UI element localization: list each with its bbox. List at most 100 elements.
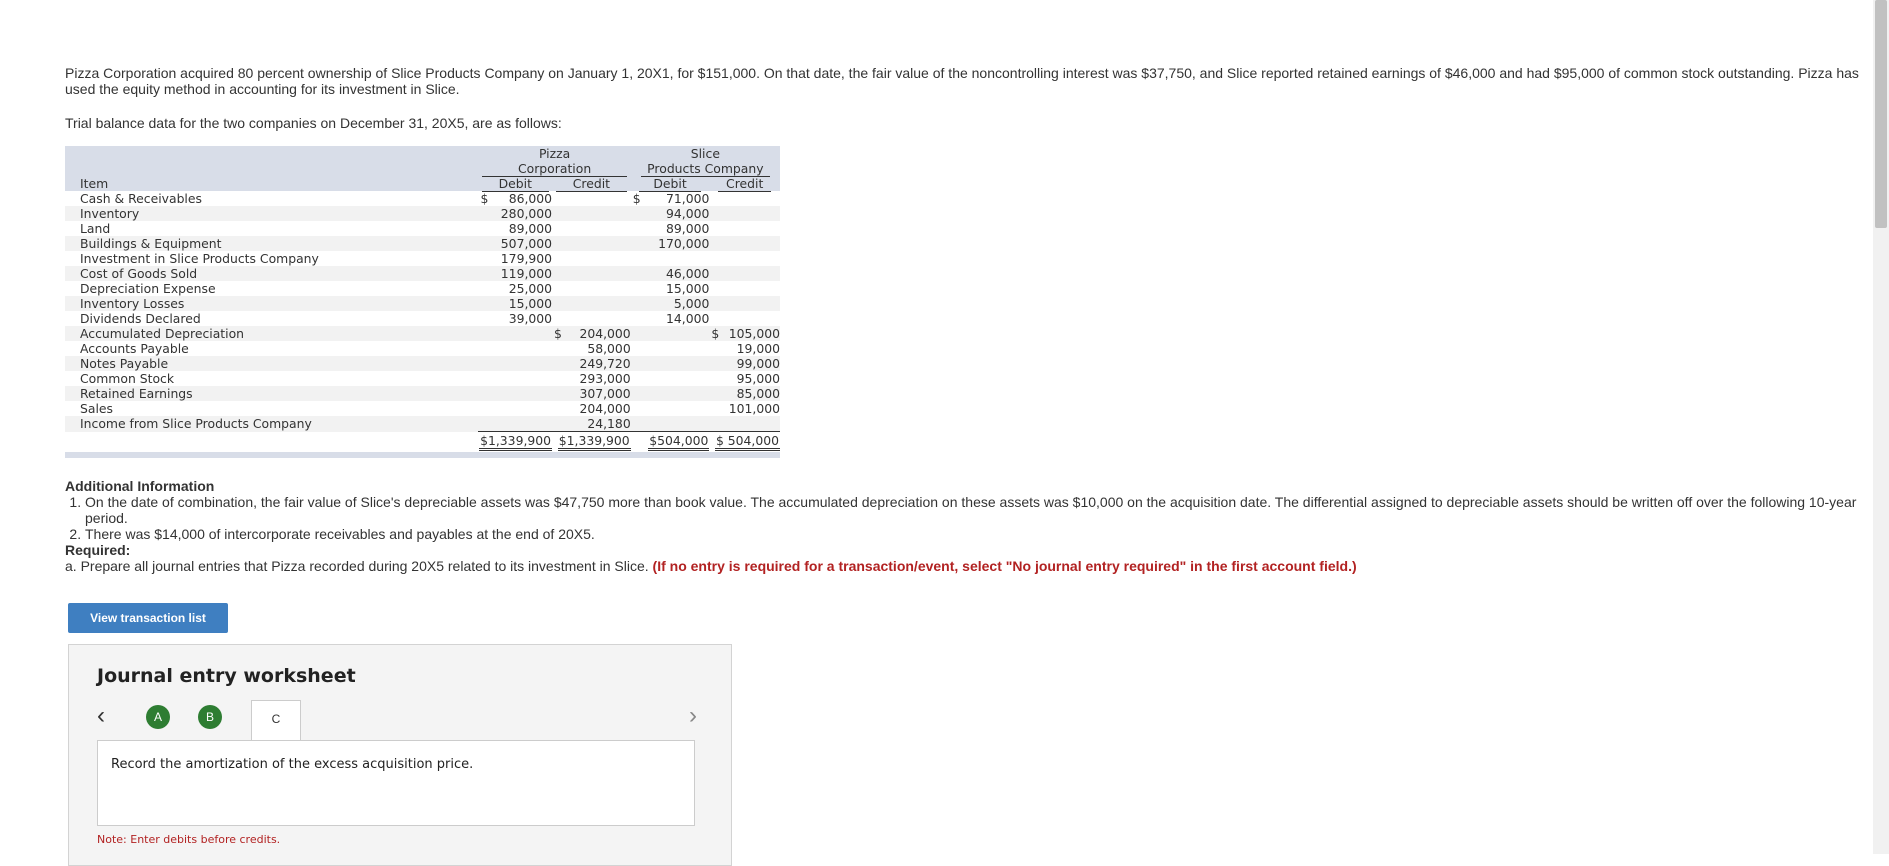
row-value-pc: [552, 311, 631, 326]
row-value-sc: [709, 281, 780, 296]
row-value-sc: [709, 251, 780, 266]
row-value-pd: 507,000: [478, 236, 553, 251]
table-row: Depreciation Expense 25,000 15,000: [65, 281, 780, 296]
required-text: a. Prepare all journal entries that Pizz…: [65, 558, 1357, 574]
row-value-pc: 204,000: [579, 401, 631, 416]
table-row: Inventory 280,000 94,000: [65, 206, 780, 221]
row-value-pc: 58,000: [587, 341, 631, 356]
row-item: Depreciation Expense: [80, 281, 216, 296]
row-value-pd: [478, 356, 553, 371]
row-value-sd: [631, 401, 710, 416]
row-value-sd: [630, 386, 710, 401]
row-value-pc: 249,720: [552, 356, 631, 371]
item-header: Item: [65, 176, 479, 191]
row-value-sc: 99,000: [709, 356, 780, 371]
trial-balance-table: Pizza Slice Corporation Products Company…: [65, 146, 780, 458]
view-transaction-list-button[interactable]: View transaction list: [68, 603, 228, 633]
required-label: Required:: [65, 542, 131, 558]
totals-row: $1,339,900 $1,339,900 $504,000 $ 504,000: [65, 431, 780, 452]
table-row: Inventory Losses 15,000 5,000: [65, 296, 780, 311]
row-value-sc: [709, 416, 780, 432]
row-value-pc: [552, 191, 631, 206]
row-item: Land: [80, 221, 111, 236]
row-value-pd: 89,000: [508, 221, 553, 236]
additional-information: Additional Information On the date of co…: [65, 478, 1865, 574]
row-value-sd: [631, 251, 710, 266]
table-row: Income from Slice Products Company 24,180: [65, 416, 780, 432]
row-value-pd: 25,000: [508, 281, 553, 296]
row-item: Accounts Payable: [80, 341, 189, 356]
row-item: Notes Payable: [65, 356, 479, 371]
row-value-sc: [709, 236, 780, 251]
row-value-sd: 14,000: [666, 311, 710, 326]
row-value-sd: [630, 326, 710, 341]
additional-item-2: There was $14,000 of intercorporate rece…: [85, 526, 1865, 542]
row-value-pd: [478, 341, 552, 356]
row-item: Buildings & Equipment: [65, 236, 479, 251]
step-a-button[interactable]: A: [146, 705, 170, 729]
row-value-sc: [709, 206, 780, 221]
row-item: Retained Earnings: [65, 386, 479, 401]
table-row: Land 89,000 89,000: [65, 221, 780, 236]
row-value-sc: 19,000: [736, 341, 780, 356]
row-value-sd: [631, 341, 710, 356]
row-value-pd: 39,000: [508, 311, 553, 326]
row-value-sc: 95,000: [736, 371, 780, 386]
row-value-pd: [478, 401, 552, 416]
row-value-sd: 15,000: [666, 281, 710, 296]
row-value-sd: 89,000: [666, 221, 710, 236]
slice-header: Slice: [630, 146, 780, 161]
row-value-sd: 46,000: [630, 266, 710, 281]
row-value-sc: [709, 311, 780, 326]
row-value-pd: [478, 371, 552, 386]
row-item: Accumulated Depreciation: [65, 326, 479, 341]
row-value-sc: [709, 296, 780, 311]
row-value-pc: 24,180: [552, 416, 631, 432]
row-value-pc: [552, 296, 631, 311]
row-value-sd: 5,000: [630, 296, 710, 311]
row-value-pc: 307,000: [552, 386, 631, 401]
entry-description-box: Record the amortization of the excess ac…: [97, 740, 695, 826]
row-value-sc: [709, 191, 780, 206]
table-row: Accumulated Depreciation $204,000 $105,000: [65, 326, 780, 341]
row-value-sd: 170,000: [630, 236, 710, 251]
row-value-pd: $86,000: [480, 191, 553, 206]
row-item: Cash & Receivables: [80, 191, 202, 206]
row-value-pc: [552, 251, 631, 266]
vertical-scrollbar[interactable]: [1873, 0, 1889, 854]
table-row: Buildings & Equipment 507,000 170,000: [65, 236, 780, 251]
row-value-pd: [478, 416, 553, 432]
entry-description: Record the amortization of the excess ac…: [111, 757, 474, 772]
row-item: Common Stock: [80, 371, 175, 386]
row-value-sd: 94,000: [630, 206, 710, 221]
table-row: Dividends Declared 39,000 14,000: [65, 311, 780, 326]
row-item: Investment in Slice Products Company: [80, 251, 319, 266]
row-value-pd: [478, 386, 553, 401]
table-row: Cash & Receivables $86,000 $71,000: [65, 191, 780, 206]
row-value-pd: 179,900: [500, 251, 553, 266]
row-item: Sales: [80, 401, 113, 416]
scrollbar-thumb[interactable]: [1875, 0, 1887, 228]
row-value-pc: [552, 266, 631, 281]
step-b-button[interactable]: B: [198, 705, 222, 729]
row-value-sd: $71,000: [632, 191, 710, 206]
row-item: Inventory Losses: [65, 296, 479, 311]
chevron-right-icon[interactable]: ›: [689, 702, 697, 730]
row-value-pc: [552, 281, 631, 296]
worksheet-note: Note: Enter debits before credits.: [97, 833, 281, 846]
table-row: Common Stock 293,000 95,000: [65, 371, 780, 386]
row-value-pd: 119,000: [478, 266, 553, 281]
row-value-sc: $105,000: [709, 326, 780, 341]
row-value-sc: [709, 221, 780, 236]
row-value-pc: [552, 221, 631, 236]
step-c-tab[interactable]: C: [251, 700, 301, 741]
row-value-sd: [630, 356, 710, 371]
row-value-sd: [630, 416, 710, 432]
required-note: (If no entry is required for a transacti…: [652, 558, 1357, 574]
table-row: Notes Payable 249,720 99,000: [65, 356, 780, 371]
row-value-sd: [631, 371, 710, 386]
chevron-left-icon[interactable]: ‹: [97, 702, 105, 730]
row-value-sc: 101,000: [728, 401, 780, 416]
worksheet-title: Journal entry worksheet: [97, 665, 356, 687]
journal-entry-worksheet: Journal entry worksheet ‹ A B C › Record…: [68, 644, 732, 866]
